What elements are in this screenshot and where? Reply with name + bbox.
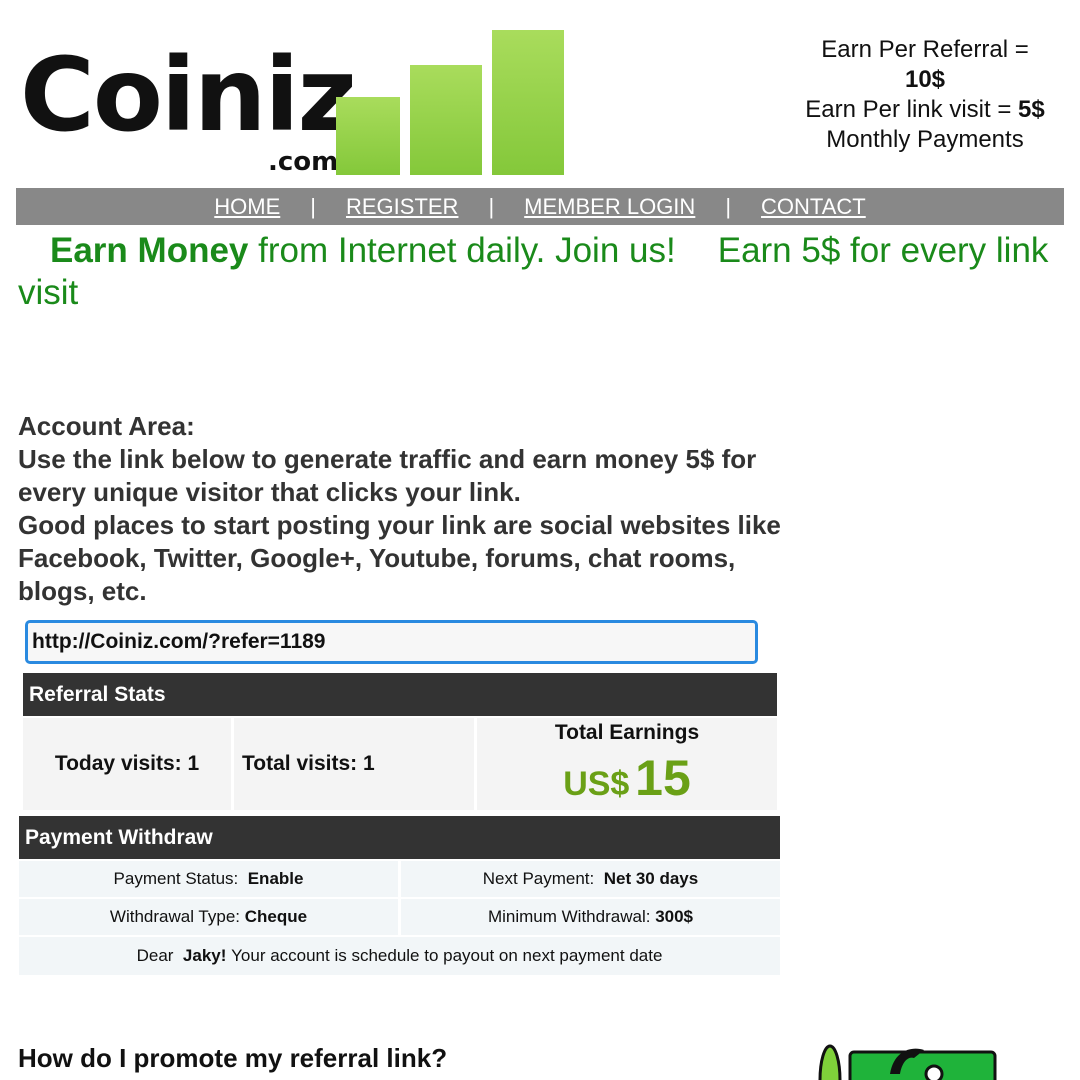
total-earnings: Total Earnings US$ 15 — [477, 718, 777, 810]
logo-bar-small — [336, 97, 400, 175]
money-cartoon-image — [818, 1044, 997, 1080]
payment-status-label: Payment Status: — [113, 869, 239, 888]
referral-rate-label: Earn Per Referral = — [821, 36, 1029, 63]
ticker-text: from Internet daily. Join us! — [248, 231, 676, 270]
payout-message: Dear Jaky! Your account is schedule to p… — [19, 937, 780, 975]
account-instructions: Use the link below to generate traffic a… — [18, 444, 757, 507]
total-earnings-label: Total Earnings — [554, 721, 700, 744]
total-visits: Total visits: 1 — [234, 718, 477, 810]
ticker-bold-text: Earn Money — [50, 231, 249, 270]
payment-status: Payment Status: Enable — [19, 861, 401, 897]
earnings-amount: 15 — [635, 750, 691, 806]
logo-bar-medium — [410, 65, 482, 175]
total-earnings-value: US$ 15 — [563, 749, 691, 807]
earnings-currency: US$ — [563, 765, 630, 803]
visit-rate-value: 5$ — [1018, 96, 1045, 123]
referral-rate: Earn Per Referral = 10$ — [780, 35, 1070, 95]
next-payment-value: Net 30 days — [603, 869, 699, 888]
nav-member-login-link[interactable]: MEMBER LOGIN — [524, 194, 695, 220]
payment-status-value: Enable — [247, 869, 304, 888]
nav-separator: | — [488, 193, 495, 219]
referral-stats-row: Today visits: 1 Total visits: 1 Total Ea… — [23, 718, 777, 810]
referral-rate-value: 10$ — [904, 66, 946, 93]
next-payment: Next Payment: Net 30 days — [401, 861, 780, 897]
account-area: Account Area: Use the link below to gene… — [18, 410, 808, 608]
main-nav: HOME | REGISTER | MEMBER LOGIN | CONTACT — [16, 188, 1064, 225]
nav-home-link[interactable]: HOME — [214, 194, 280, 220]
withdrawal-type-value: Cheque — [244, 907, 308, 926]
faq-question-heading: How do I promote my referral link? — [18, 1043, 448, 1073]
payout-greeting: Dear — [136, 946, 174, 965]
payout-message-text: Your account is schedule to payout on ne… — [231, 946, 663, 965]
minimum-withdrawal-label: Minimum Withdrawal: — [487, 907, 651, 926]
site-logo[interactable]: Coiniz .com — [18, 25, 578, 185]
referral-stats-panel: Referral Stats Today visits: 1 Total vis… — [23, 673, 777, 810]
minimum-withdrawal: Minimum Withdrawal: 300$ — [401, 899, 780, 935]
payment-row: Withdrawal Type: Cheque Minimum Withdraw… — [19, 899, 780, 935]
referral-stats-header: Referral Stats — [23, 673, 777, 716]
withdrawal-type-label: Withdrawal Type: — [109, 907, 240, 926]
withdrawal-type: Withdrawal Type: Cheque — [19, 899, 401, 935]
payout-username: Jaky! — [182, 946, 227, 965]
minimum-withdrawal-value: 300$ — [655, 907, 694, 926]
visit-rate-label: Earn Per link visit = — [805, 96, 1019, 123]
earnings-promo: Earn Per Referral = 10$ Earn Per link vi… — [780, 35, 1070, 155]
payment-frequency: Monthly Payments — [826, 126, 1024, 153]
today-visits: Today visits: 1 — [23, 718, 234, 810]
logo-wordmark: Coiniz — [20, 36, 357, 155]
logo-bar-large — [492, 30, 564, 175]
visit-rate: Earn Per link visit = 5$ — [780, 95, 1070, 125]
logo-domain-suffix: .com — [268, 147, 339, 177]
nav-register-link[interactable]: REGISTER — [346, 194, 458, 220]
marquee-ticker: Earn Money from Internet daily. Join us!… — [18, 230, 1068, 314]
payment-withdraw-header: Payment Withdraw — [19, 816, 780, 859]
account-heading: Account Area: — [18, 411, 195, 441]
nav-separator: | — [725, 193, 732, 219]
account-tips: Good places to start posting your link a… — [18, 510, 781, 606]
next-payment-label: Next Payment: — [482, 869, 595, 888]
nav-separator: | — [310, 193, 316, 219]
referral-link-field[interactable] — [25, 620, 758, 664]
nav-contact-link[interactable]: CONTACT — [761, 194, 866, 220]
payment-withdraw-panel: Payment Withdraw Payment Status: Enable … — [19, 816, 780, 975]
payment-row: Payment Status: Enable Next Payment: Net… — [19, 861, 780, 897]
